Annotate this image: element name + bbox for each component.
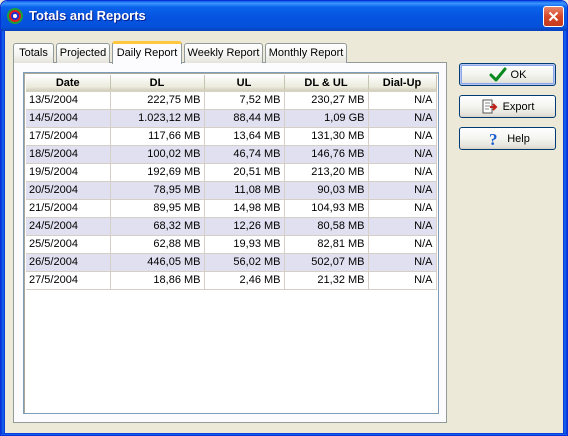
window-frame-right [563, 31, 567, 435]
window-title: Totals and Reports [29, 8, 146, 23]
dl-cell: 78,95 MB [110, 181, 205, 200]
dl-ul-cell: 82,81 MB [284, 235, 369, 254]
ul-cell: 2,46 MB [204, 271, 285, 290]
tab-totals[interactable]: Totals [13, 43, 54, 63]
date-cell: 21/5/2004 [26, 199, 111, 218]
dl-ul-cell: 146,76 MB [284, 145, 369, 164]
tab-projected[interactable]: Projected [56, 43, 110, 63]
ok-button-label: OK [510, 68, 527, 81]
column-header-dl-ul[interactable]: DL & UL [284, 75, 369, 92]
help-button[interactable]: ? Help [459, 127, 556, 150]
window-frame-left [1, 31, 5, 435]
table-row[interactable]: 26/5/2004 446,05 MB 56,02 MB 502,07 MB N/A [26, 253, 437, 272]
dial-up-cell: N/A [368, 199, 437, 218]
dl-cell: 68,32 MB [110, 217, 205, 236]
dl-ul-cell: 90,03 MB [284, 181, 369, 200]
daily-report-grid[interactable]: Date DL UL DL & UL Dial-Up 13/5/2004 222,… [23, 72, 439, 414]
date-cell: 19/5/2004 [26, 163, 111, 182]
export-icon [482, 99, 498, 113]
table-row[interactable]: 24/5/2004 68,32 MB 12,26 MB 80,58 MB N/A [26, 217, 437, 236]
ul-cell: 46,74 MB [204, 145, 285, 164]
dl-ul-cell: 21,32 MB [284, 271, 369, 290]
help-icon: ? [489, 131, 498, 147]
date-cell: 18/5/2004 [26, 145, 111, 164]
help-button-label: Help [507, 132, 530, 145]
ul-cell: 19,93 MB [204, 235, 285, 254]
close-button[interactable] [543, 6, 564, 27]
table-row[interactable]: 17/5/2004 117,66 MB 13,64 MB 131,30 MB N/A [26, 127, 437, 146]
dl-ul-cell: 104,93 MB [284, 199, 369, 218]
column-header-dial-up[interactable]: Dial-Up [368, 75, 437, 92]
column-header-ul[interactable]: UL [204, 75, 285, 92]
tab-weekly-report[interactable]: Weekly Report [184, 43, 263, 63]
dl-ul-cell: 80,58 MB [284, 217, 369, 236]
dl-ul-cell: 131,30 MB [284, 127, 369, 146]
table-row[interactable]: 20/5/2004 78,95 MB 11,08 MB 90,03 MB N/A [26, 181, 437, 200]
dl-ul-cell: 1,09 GB [284, 109, 369, 128]
dl-cell: 1.023,12 MB [110, 109, 205, 128]
ul-cell: 14,98 MB [204, 199, 285, 218]
tab-daily-report[interactable]: Daily Report [112, 41, 182, 64]
tab-monthly-report[interactable]: Monthly Report [265, 43, 347, 63]
dl-cell: 222,75 MB [110, 91, 205, 110]
dial-up-cell: N/A [368, 163, 437, 182]
table-row[interactable]: 21/5/2004 89,95 MB 14,98 MB 104,93 MB N/A [26, 199, 437, 218]
dl-cell: 100,02 MB [110, 145, 205, 164]
app-logo-icon [7, 8, 23, 24]
dl-ul-cell: 502,07 MB [284, 253, 369, 272]
date-cell: 25/5/2004 [26, 235, 111, 254]
ul-cell: 11,08 MB [204, 181, 285, 200]
column-header-dl[interactable]: DL [110, 75, 205, 92]
close-icon [548, 11, 559, 22]
date-cell: 13/5/2004 [26, 91, 111, 110]
dial-up-cell: N/A [368, 271, 437, 290]
table-header-row: Date DL UL DL & UL Dial-Up [26, 75, 437, 92]
dial-up-cell: N/A [368, 127, 437, 146]
ul-cell: 13,64 MB [204, 127, 285, 146]
date-cell: 17/5/2004 [26, 127, 111, 146]
dl-ul-cell: 230,27 MB [284, 91, 369, 110]
column-header-date[interactable]: Date [26, 75, 111, 92]
dl-cell: 192,69 MB [110, 163, 205, 182]
svg-text:?: ? [489, 131, 498, 147]
dl-cell: 18,86 MB [110, 271, 205, 290]
ok-button[interactable]: OK [459, 63, 556, 86]
ul-cell: 88,44 MB [204, 109, 285, 128]
daily-report-table: Date DL UL DL & UL Dial-Up 13/5/2004 222,… [26, 75, 437, 290]
date-cell: 24/5/2004 [26, 217, 111, 236]
export-button-label: Export [502, 100, 535, 113]
dial-up-cell: N/A [368, 91, 437, 110]
dl-cell: 62,88 MB [110, 235, 205, 254]
table-row[interactable]: 13/5/2004 222,75 MB 7,52 MB 230,27 MB N/A [26, 91, 437, 110]
ul-cell: 7,52 MB [204, 91, 285, 110]
ul-cell: 56,02 MB [204, 253, 285, 272]
dial-up-cell: N/A [368, 181, 437, 200]
dl-cell: 446,05 MB [110, 253, 205, 272]
table-row[interactable]: 19/5/2004 192,69 MB 20,51 MB 213,20 MB N/A [26, 163, 437, 182]
totals-reports-window: Totals and Reports Totals Projected Dail… [0, 0, 568, 436]
ul-cell: 12,26 MB [204, 217, 285, 236]
checkmark-icon [489, 67, 507, 81]
dial-up-cell: N/A [368, 217, 437, 236]
dl-cell: 117,66 MB [110, 127, 205, 146]
date-cell: 20/5/2004 [26, 181, 111, 200]
table-row[interactable]: 14/5/2004 1.023,12 MB 88,44 MB 1,09 GB N/A [26, 109, 437, 128]
dl-cell: 89,95 MB [110, 199, 205, 218]
dial-up-cell: N/A [368, 145, 437, 164]
date-cell: 26/5/2004 [26, 253, 111, 272]
date-cell: 27/5/2004 [26, 271, 111, 290]
dial-up-cell: N/A [368, 235, 437, 254]
dl-ul-cell: 213,20 MB [284, 163, 369, 182]
table-row[interactable]: 18/5/2004 100,02 MB 46,74 MB 146,76 MB N/A [26, 145, 437, 164]
title-bar[interactable]: Totals and Reports [1, 1, 567, 31]
ul-cell: 20,51 MB [204, 163, 285, 182]
table-row[interactable]: 27/5/2004 18,86 MB 2,46 MB 21,32 MB N/A [26, 271, 437, 290]
table-body: 13/5/2004 222,75 MB 7,52 MB 230,27 MB N/A 14/… [26, 91, 437, 290]
table-row[interactable]: 25/5/2004 62,88 MB 19,93 MB 82,81 MB N/A [26, 235, 437, 254]
export-button[interactable]: Export [459, 95, 556, 118]
dial-up-cell: N/A [368, 109, 437, 128]
date-cell: 14/5/2004 [26, 109, 111, 128]
dial-up-cell: N/A [368, 253, 437, 272]
